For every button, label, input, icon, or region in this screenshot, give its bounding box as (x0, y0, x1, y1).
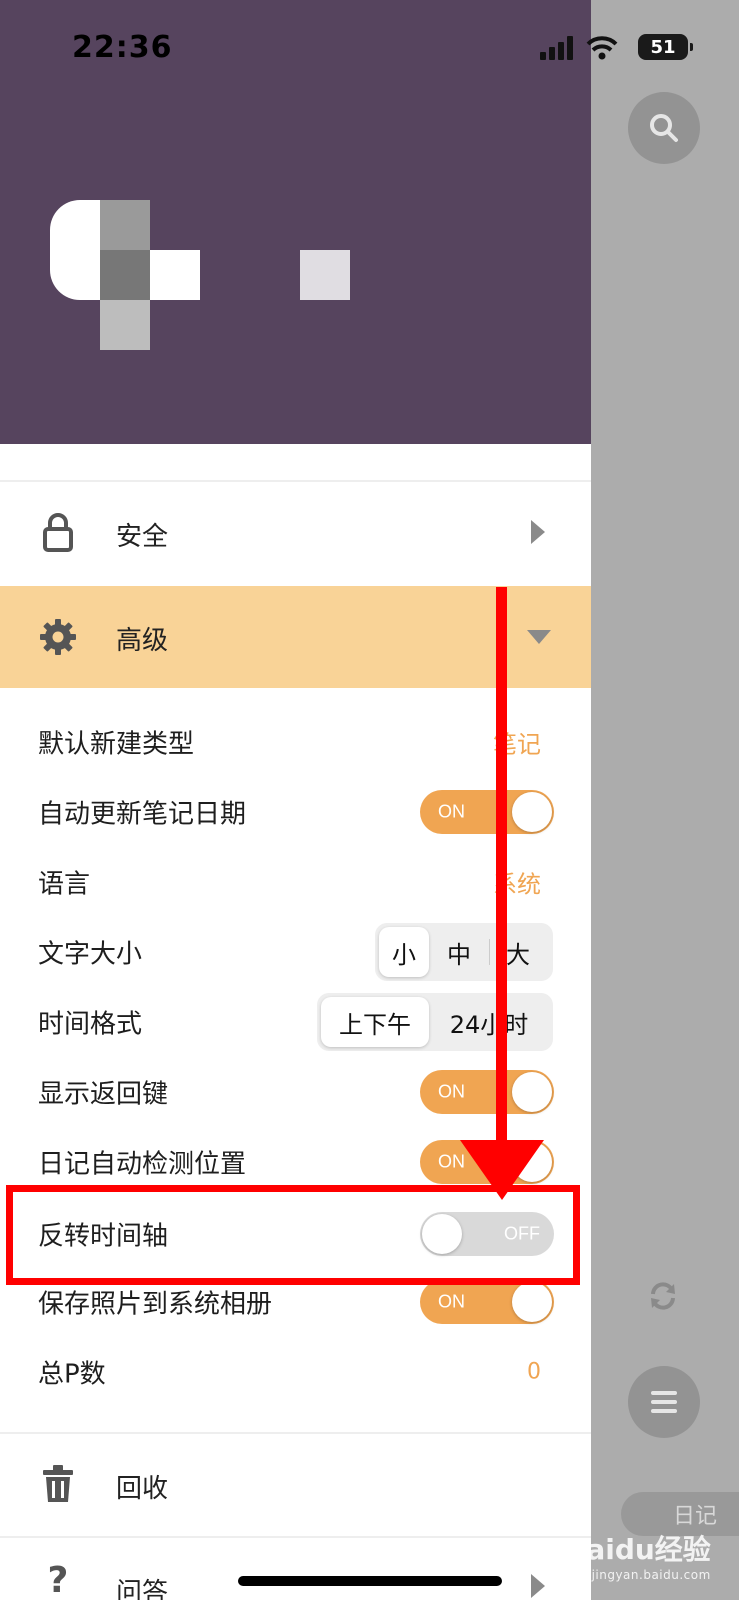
status-icons (540, 36, 618, 60)
time-format-option-24h[interactable]: 24小时 (429, 997, 549, 1047)
setting-value: 0 (527, 1359, 541, 1385)
chevron-down-icon (527, 630, 551, 644)
home-indicator[interactable] (238, 1576, 502, 1586)
main-screen-overlay[interactable] (591, 0, 739, 1600)
battery-indicator: 51 (638, 34, 693, 60)
setting-label: 总P数 (38, 1359, 106, 1390)
save-photos-toggle[interactable]: ON (420, 1280, 554, 1324)
setting-label: 自动更新笔记日期 (38, 799, 247, 830)
show-back-toggle[interactable]: ON (420, 1070, 554, 1114)
menu-item-label: 高级 (116, 626, 169, 656)
setting-label: 时间格式 (38, 1009, 143, 1040)
menu-item-security[interactable]: 安全 (0, 482, 591, 586)
menu-item-recycle[interactable]: 回收 (0, 1434, 591, 1538)
setting-label: 默认新建类型 (38, 729, 195, 760)
setting-label: 语言 (38, 869, 91, 900)
setting-label: 日记自动检测位置 (38, 1149, 247, 1180)
gear-icon (38, 617, 78, 657)
question-icon: ? (47, 1559, 69, 1600)
diary-tab-label: 日记 (672, 1504, 717, 1529)
setting-label: 显示返回键 (38, 1079, 169, 1110)
toggle-state: ON (438, 801, 465, 822)
toggle-knob (512, 1072, 552, 1112)
auto-update-date-toggle[interactable]: ON (420, 790, 554, 834)
status-time: 22:36 (72, 30, 173, 65)
setting-total-p: 总P数 0 (0, 1342, 591, 1402)
list-icon (651, 1391, 677, 1413)
font-size-segmented: 小 中 大 (375, 923, 553, 981)
setting-label: 保存照片到系统相册 (38, 1289, 273, 1320)
lock-icon (38, 512, 78, 552)
profile-header (0, 0, 591, 444)
menu-item-label: 问答 (116, 1578, 169, 1600)
menu-button[interactable] (628, 1366, 700, 1438)
watermark-url: jingyan.baidu.com (591, 1568, 711, 1582)
time-format-segmented: 上下午 24小时 (317, 993, 553, 1051)
watermark-brand: Baidu经验 (565, 1533, 711, 1566)
wifi-icon (586, 36, 618, 60)
time-format-option-ampm[interactable]: 上下午 (321, 997, 429, 1047)
sync-button[interactable] (645, 1278, 681, 1314)
battery-level: 51 (650, 36, 676, 58)
menu-item-faq[interactable]: ? 问答 (0, 1538, 591, 1600)
setting-label: 文字大小 (38, 939, 143, 970)
font-size-option-small[interactable]: 小 (379, 927, 429, 977)
search-button[interactable] (628, 92, 700, 164)
font-size-option-medium[interactable]: 中 (429, 927, 489, 977)
toggle-knob (512, 1282, 552, 1322)
trash-icon (38, 1464, 78, 1504)
chevron-right-icon (531, 1574, 545, 1598)
annotation-highlight-box (6, 1185, 580, 1285)
menu-item-label: 回收 (116, 1474, 169, 1504)
annotation-arrow-shaft (496, 587, 507, 1147)
sync-icon (651, 1282, 675, 1310)
toggle-state: ON (438, 1081, 465, 1102)
toggle-state: ON (438, 1291, 465, 1312)
toggle-knob (512, 792, 552, 832)
baidu-watermark: Baidu经验 jingyan.baidu.com (565, 1528, 711, 1582)
chevron-right-icon (531, 520, 545, 544)
menu-item-label: 安全 (116, 522, 169, 552)
search-icon (650, 114, 678, 142)
signal-icon (540, 36, 573, 60)
